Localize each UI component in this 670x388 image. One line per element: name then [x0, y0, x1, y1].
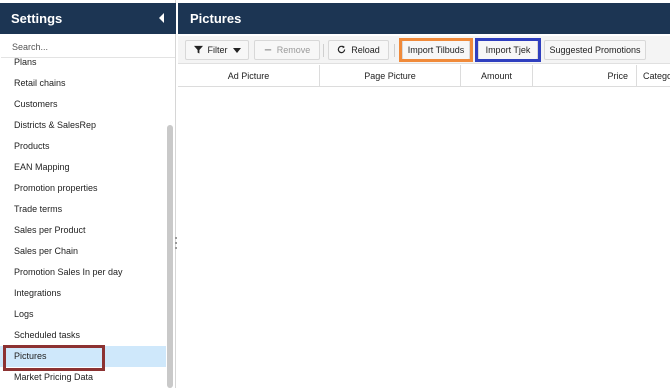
sidebar-item-pictures[interactable]: Pictures: [0, 346, 166, 367]
toolbar-divider: [323, 44, 324, 57]
reload-button[interactable]: Reload: [328, 40, 389, 60]
column-page-picture[interactable]: Page Picture: [320, 65, 461, 87]
suggested-promotions-button[interactable]: Suggested Promotions: [544, 40, 646, 60]
column-price[interactable]: Price: [533, 65, 637, 87]
sidebar-item-plans[interactable]: Plans: [0, 58, 166, 73]
sidebar-item-market-pricing-data[interactable]: Market Pricing Data: [0, 367, 166, 388]
sidebar-item-scheduled-tasks[interactable]: Scheduled tasks: [0, 325, 166, 346]
column-ad-picture[interactable]: Ad Picture: [178, 65, 320, 87]
reload-icon: [337, 42, 346, 60]
chevron-down-icon: [232, 48, 241, 54]
sidebar-item-logs[interactable]: Logs: [0, 304, 166, 325]
sidebar-menu: Plans Retail chains Customers Districts …: [0, 58, 168, 388]
app-window: Settings Plans Retail chains Customers D…: [0, 0, 670, 388]
remove-button[interactable]: Remove: [254, 40, 320, 60]
remove-label: Remove: [276, 45, 311, 55]
sidebar-item-districts-salesrep[interactable]: Districts & SalesRep: [0, 115, 166, 136]
import-tjek-button[interactable]: Import Tjek: [478, 40, 538, 60]
reload-label: Reload: [351, 45, 380, 55]
sidebar-item-trade-terms[interactable]: Trade terms: [0, 199, 166, 220]
filter-button[interactable]: Filter: [185, 40, 249, 60]
sidebar-item-customers[interactable]: Customers: [0, 94, 166, 115]
sidebar-item-ean-mapping[interactable]: EAN Mapping: [0, 157, 166, 178]
collapse-sidebar-icon[interactable]: [159, 13, 164, 23]
sidebar-item-integrations[interactable]: Integrations: [0, 283, 166, 304]
sidebar-item-retail-chains[interactable]: Retail chains: [0, 73, 166, 94]
sidebar-title: Settings: [11, 11, 63, 26]
main-header: Pictures: [178, 3, 670, 34]
sidebar-item-sales-per-chain[interactable]: Sales per Chain: [0, 241, 166, 262]
sidebar-item-sales-per-product[interactable]: Sales per Product: [0, 220, 166, 241]
table-header: Ad Picture Page Picture Amount Price Cat…: [178, 65, 670, 87]
settings-sidebar: Settings Plans Retail chains Customers D…: [0, 0, 177, 388]
column-amount[interactable]: Amount: [461, 65, 533, 87]
toolbar-divider: [394, 44, 395, 57]
sidebar-item-promotion-sales-in-per-day[interactable]: Promotion Sales In per day: [0, 262, 166, 283]
column-category[interactable]: Category: [637, 65, 670, 87]
sidebar-header: Settings: [0, 3, 176, 34]
import-tilbuds-button[interactable]: Import Tilbuds: [402, 40, 470, 60]
main-panel: Pictures Filter Remove Reload Import Til…: [178, 0, 670, 388]
toolbar: Filter Remove Reload Import Tilbuds Impo…: [178, 36, 670, 64]
filter-icon: [193, 42, 203, 60]
sidebar-item-products[interactable]: Products: [0, 136, 166, 157]
sidebar-item-promotion-properties[interactable]: Promotion properties: [0, 178, 166, 199]
sidebar-search-input[interactable]: [1, 36, 175, 58]
sidebar-scrollbar[interactable]: [167, 125, 173, 388]
minus-icon: [264, 42, 272, 60]
filter-label: Filter: [207, 45, 228, 55]
page-title: Pictures: [190, 11, 242, 26]
